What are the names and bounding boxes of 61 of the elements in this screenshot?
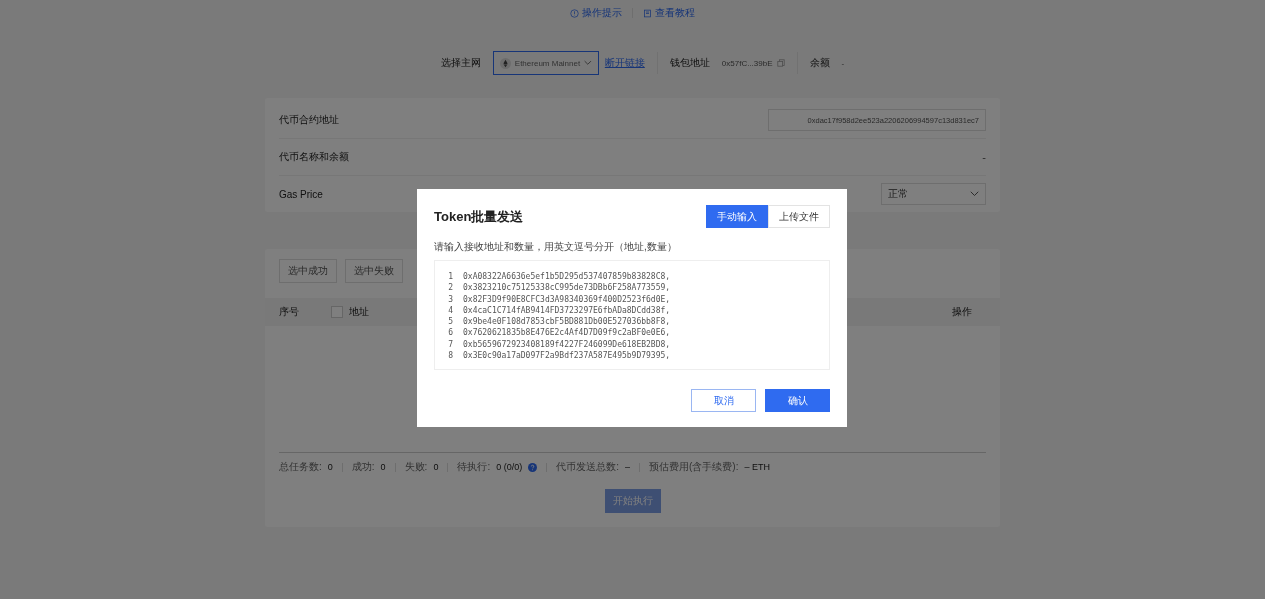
copy-icon[interactable] (776, 59, 785, 67)
gas-label: Gas Price (279, 188, 323, 200)
tab[interactable]: 手动输入 (706, 205, 768, 228)
line-number: 4 (447, 304, 453, 317)
line-number: 5 (447, 316, 453, 328)
network-label: 选择主网 (440, 56, 481, 70)
wallet-label: 钱包地址 (669, 56, 710, 70)
code-line: 0x82F3D9f90E8CFC3d3A98340369f400D2523f6d0E, (463, 293, 671, 305)
code-line: 0xA08322A6636e5ef1b5D295d537407859b83828C8, (463, 271, 671, 283)
select-all-checkbox[interactable] (331, 306, 343, 318)
filter-button[interactable]: 选中成功 (279, 259, 337, 283)
line-number: 7 (447, 338, 453, 351)
code-line: 0x7620621835b8E476E2c4Af4D7D09f9c2aBF0e0E6, (463, 327, 671, 339)
gas-select[interactable]: 正常 (881, 183, 986, 205)
disconnect-link[interactable]: 断开链接 (604, 56, 645, 70)
balance-label: 余额 (809, 56, 830, 70)
chevron-icon (584, 60, 592, 66)
cancel-button[interactable]: 取消 (691, 389, 756, 412)
stat-label: 代币发送总数: (556, 460, 619, 474)
help-link[interactable]: 操作提示 (570, 6, 622, 20)
input-hint: 请输入接收地址和数量，用英文逗号分开（地址,数量） (434, 240, 678, 254)
document-icon (643, 8, 652, 18)
stat-label: 成功: (351, 460, 375, 474)
line-number: 8 (447, 350, 453, 362)
stat-label: 总任务数: (279, 460, 322, 474)
filter-button[interactable]: 选中失败 (345, 259, 403, 283)
chevron-icon (970, 191, 979, 197)
stat-value: – ETH (744, 462, 770, 472)
ethereum-icon (499, 56, 511, 70)
stat-value: – (624, 462, 630, 472)
stat-value: 0 (327, 462, 333, 472)
stat-label: 待执行: (457, 460, 491, 474)
dialog-title: Token批量发送 (434, 207, 524, 226)
line-number: 1 (447, 271, 453, 283)
confirm-button[interactable]: 确认 (765, 389, 830, 412)
code-line: 0x9be4e0F108d7853cbF5BD881Db00E527036bb8F8, (463, 316, 671, 328)
balance-value: - (841, 58, 845, 68)
stat-value: 0 (0/0) (496, 462, 523, 472)
help-icon[interactable] (528, 462, 538, 472)
column-header: 地址 (349, 305, 369, 319)
stat-value: 0 (433, 462, 439, 472)
code-line: 0x3E0c90a17aD097F2a9Bdf237A587E495b9D79395, (463, 350, 671, 362)
token-name-value: - (982, 151, 986, 163)
column-header: 序号 (279, 305, 299, 319)
stat-label: 预估费用(含手续费): (649, 460, 739, 474)
code-line: 0x4caC1C714fAB9414FD3723297E6fbADa8DCdd38f, (463, 304, 671, 317)
info-icon (570, 8, 579, 18)
code-line: 0xb5659672923408189f4227F246099De618EB2BD8, (463, 338, 671, 351)
code-line: 0x3823210c75125338cC995de73DBb6F258A773559, (463, 282, 671, 294)
column-header: 操作 (952, 305, 972, 319)
help-link[interactable]: 查看教程 (643, 6, 695, 20)
stat-label: 失败: (404, 460, 428, 474)
token-name-label: 代币名称和余额 (279, 150, 349, 164)
contract-label: 代币合约地址 (279, 113, 339, 127)
stat-value: 0 (380, 462, 386, 472)
line-number: 2 (447, 282, 453, 294)
line-number: 6 (447, 327, 453, 339)
line-number: 3 (447, 293, 453, 305)
wallet-address: 0x57fC...39bE (721, 58, 773, 68)
tab[interactable]: 上传文件 (768, 205, 830, 228)
network-select[interactable]: Ethereum Mainnet (492, 51, 599, 75)
